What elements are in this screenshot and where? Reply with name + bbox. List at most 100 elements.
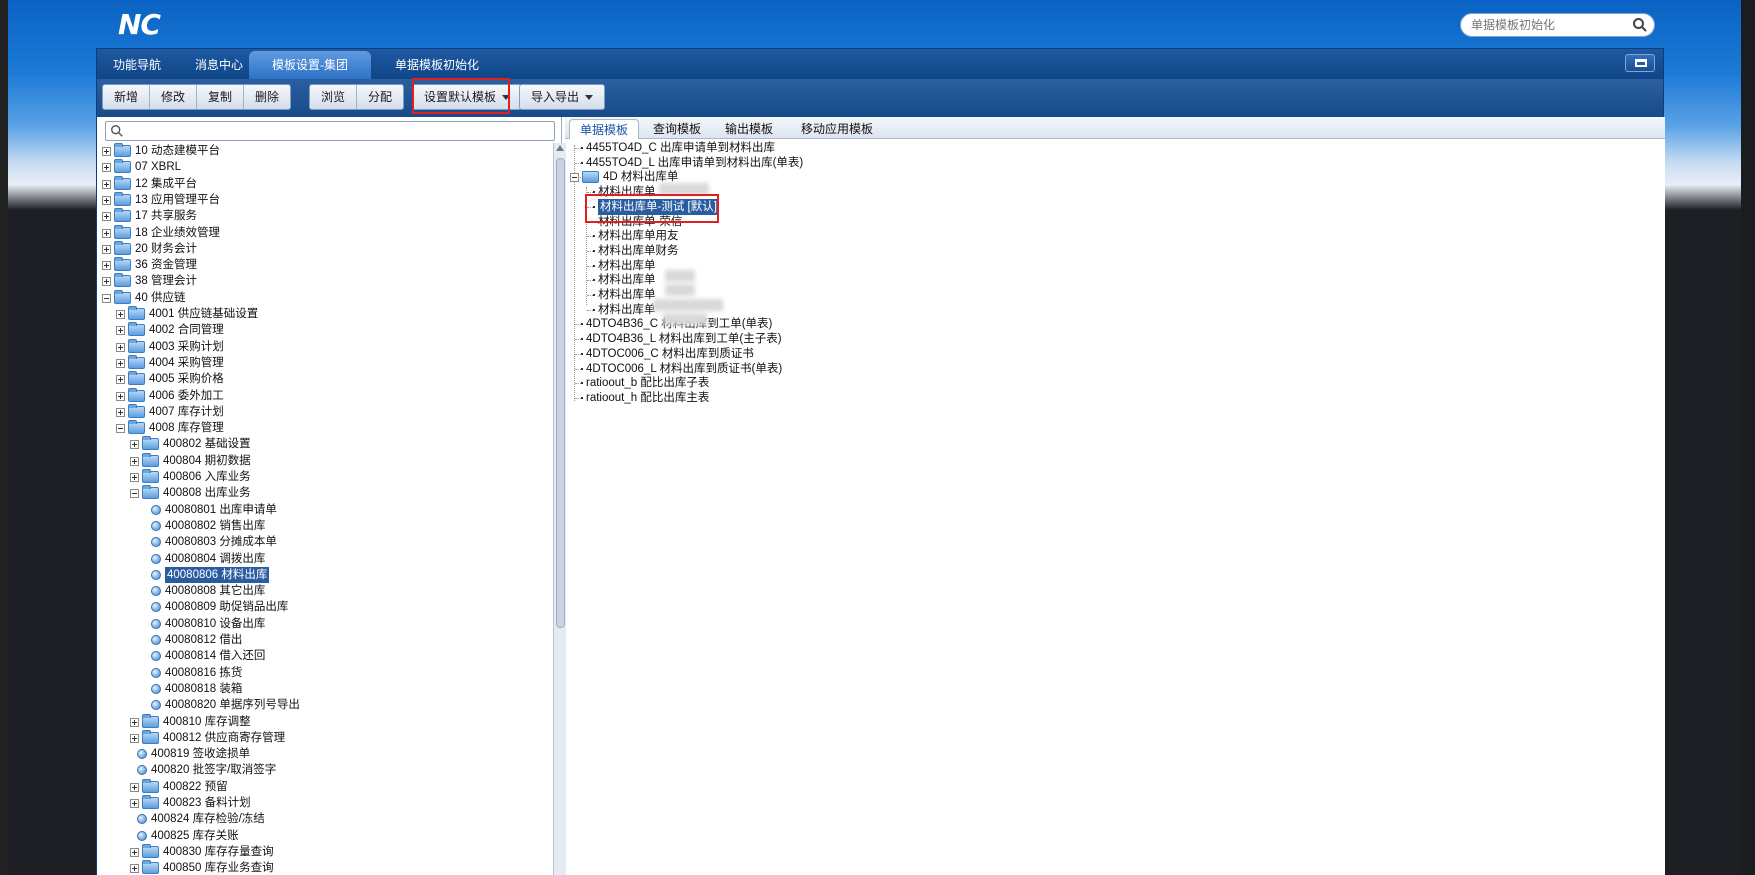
expand-icon[interactable] [116,358,125,368]
tree-search-input[interactable] [105,121,555,141]
tree-node[interactable]: 40080801 出库申请单 [97,502,557,518]
tree-node[interactable]: 400820 批签字/取消签字 [97,762,557,778]
expand-icon[interactable] [130,733,139,743]
expand-icon[interactable] [102,147,111,156]
set-default-template-button[interactable]: 设置默认模板 [413,85,521,109]
tree-node[interactable]: 40080816 拣货 [97,665,557,681]
search-icon[interactable] [1632,17,1648,33]
tree-node[interactable]: 400823 备料计划 [97,795,557,811]
template-node[interactable]: ratioout_h 配比出库主表 [565,390,1265,406]
expand-icon[interactable] [102,261,111,271]
tree-node[interactable]: 4008 库存管理 [97,420,557,436]
tree-node[interactable]: 18 企业绩效管理 [97,224,557,241]
expand-icon[interactable] [102,212,111,222]
tree-node[interactable]: 13 应用管理平台 [97,191,557,208]
template-node[interactable]: 4455TO4D_C 出库申请单到材料出库 [565,140,1265,156]
tree-node[interactable]: 40080804 调拨出库 [97,551,557,567]
tab-bill-template[interactable]: 单据模板 [569,119,639,139]
tree-node[interactable]: 40080818 装箱 [97,681,557,697]
tab-message-center[interactable]: 消息中心 [179,51,259,79]
tree-node[interactable]: 4001 供应链基础设置 [97,306,557,322]
tree-node[interactable]: 4006 委外加工 [97,387,557,404]
tree-node[interactable]: 4003 采购计划 [97,338,557,355]
tree-node[interactable]: 20 财务会计 [97,240,557,257]
expand-icon[interactable] [102,277,111,287]
scroll-up-arrow-icon[interactable] [556,145,564,151]
expand-icon[interactable] [116,407,125,417]
template-node[interactable]: 4DTO4B36_L 材料出库到工单(主子表) [565,331,1265,347]
tree-node[interactable]: 4005 采购价格 [97,371,557,387]
expand-icon[interactable] [116,342,125,352]
delete-button[interactable]: 删除 [244,85,290,109]
tree-node[interactable]: 40080814 借入还回 [97,648,557,664]
expand-icon[interactable] [130,440,139,450]
import-export-button[interactable]: 导入导出 [520,85,604,109]
tree-node[interactable]: 400808 出库业务 [97,485,557,501]
assign-button[interactable]: 分配 [357,85,403,109]
browse-button[interactable]: 浏览 [310,85,358,109]
tab-function-nav[interactable]: 功能导航 [97,51,177,79]
collapse-icon[interactable] [570,173,579,183]
template-node[interactable]: 材料出库单财务 [565,243,1265,259]
tree-node[interactable]: 400822 预留 [97,778,557,795]
tree-node[interactable]: 40080802 销售出库 [97,518,557,534]
tree-node[interactable]: 17 共享服务 [97,208,557,224]
expand-icon[interactable] [130,799,139,808]
tree-node[interactable]: 10 动态建模平台 [97,143,557,159]
tab-bill-template-init[interactable]: 单据模板初始化 [380,51,494,79]
expand-icon[interactable] [116,391,125,401]
tree-node[interactable]: 40080803 分摊成本单 [97,534,557,550]
tree-node[interactable]: 36 资金管理 [97,257,557,273]
tree-node[interactable]: 12 集成平台 [97,175,557,192]
tree-node[interactable]: 40080809 助促销品出库 [97,599,557,615]
expand-icon[interactable] [102,163,111,173]
tree-node[interactable]: 07 XBRL [97,159,557,175]
template-node[interactable]: ratioout_b 配比出库子表 [565,375,1265,391]
expand-icon[interactable] [130,456,139,466]
template-node[interactable]: 4DTOC006_L 材料出库到质证书(单表) [565,361,1265,377]
expand-icon[interactable] [130,473,139,482]
tree-node[interactable]: 400819 签收途损单 [97,746,557,762]
tab-output-template[interactable]: 输出模板 [713,119,785,139]
tree-node[interactable]: 400806 入库业务 [97,469,557,485]
template-node[interactable]: 4DTOC006_C 材料出库到质证书 [565,346,1265,362]
tree-node[interactable]: 4007 库存计划 [97,403,557,420]
tree-node[interactable]: 400802 基础设置 [97,436,557,452]
template-node[interactable]: 材料出库单-荣信 [565,214,1265,230]
tree-node[interactable]: 400810 库存调整 [97,713,557,730]
tree-node[interactable]: 400824 库存检验/冻结 [97,811,557,827]
template-node[interactable]: 4455TO4D_L 出库申请单到材料出库(单表) [565,155,1265,171]
modify-button[interactable]: 修改 [150,85,198,109]
global-search[interactable] [1460,13,1655,37]
restore-icon[interactable] [1625,54,1655,72]
tree-node[interactable]: 4004 采购管理 [97,354,557,371]
expand-icon[interactable] [130,864,139,874]
scrollbar-thumb[interactable] [556,158,565,628]
template-node[interactable]: 材料出库单-测试 [默认] [565,198,1265,215]
tree-node[interactable]: 400804 期初数据 [97,452,557,469]
tree-node[interactable]: 400850 库存业务查询 [97,860,557,875]
search-input[interactable] [1471,18,1631,32]
expand-icon[interactable] [116,326,125,336]
expand-icon[interactable] [130,847,139,857]
left-tree-scrollbar[interactable] [553,143,566,875]
tab-template-settings[interactable]: 模板设置-集团 [249,51,371,79]
expand-icon[interactable] [116,375,125,385]
expand-icon[interactable] [130,782,139,792]
add-button[interactable]: 新增 [103,85,151,109]
tree-node[interactable]: 400825 库存关账 [97,828,557,844]
expand-icon[interactable] [116,310,125,319]
tree-node[interactable]: 40080812 借出 [97,632,557,648]
collapse-icon[interactable] [130,489,139,499]
tree-node[interactable]: 400830 库存存量查询 [97,843,557,860]
template-node[interactable]: 材料出库单用友 [565,228,1265,244]
tree-node[interactable]: 4002 合同管理 [97,322,557,338]
tree-node[interactable]: 40080808 其它出库 [97,583,557,599]
tree-node[interactable]: 40080810 设备出库 [97,616,557,632]
tree-node[interactable]: 40080820 单据序列号导出 [97,697,557,713]
tab-query-template[interactable]: 查询模板 [641,119,713,139]
tree-node[interactable]: 400812 供应商寄存管理 [97,729,557,746]
collapse-icon[interactable] [102,293,111,303]
collapse-icon[interactable] [116,424,125,434]
expand-icon[interactable] [102,195,111,205]
